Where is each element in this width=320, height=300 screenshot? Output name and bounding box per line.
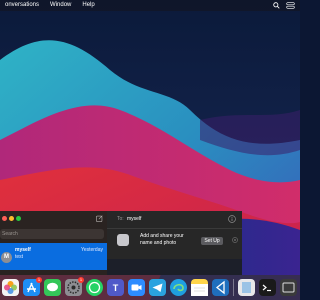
dock-separator (233, 279, 234, 296)
teams-icon[interactable]: T (107, 279, 124, 296)
contact-card-icon (117, 234, 129, 246)
vscode-icon[interactable] (212, 279, 229, 296)
menu-item-conversations[interactable]: onversations (5, 0, 39, 11)
info-icon[interactable] (228, 215, 236, 223)
chat-header: To: myself (107, 211, 242, 229)
recipient-field[interactable]: myself (127, 216, 141, 222)
dismiss-icon[interactable] (232, 237, 238, 243)
window-controls (2, 216, 23, 221)
search-icon[interactable] (273, 2, 280, 9)
messages-window: Search M myself Yesterday test To: mysel… (0, 211, 242, 275)
menu-item-window[interactable]: Window (50, 0, 71, 11)
conversation-preview: test (15, 254, 24, 260)
search-input[interactable]: Search (0, 229, 104, 239)
chat-pane: To: myself Add and share your name and p… (107, 211, 242, 275)
zoom-icon[interactable] (128, 279, 145, 296)
messages-icon[interactable] (44, 279, 61, 296)
close-button[interactable] (2, 216, 7, 221)
photos-icon[interactable] (2, 279, 19, 296)
app-store-icon[interactable]: 1 (23, 277, 42, 296)
to-label: To: (117, 216, 124, 222)
conversation-time: Yesterday (80, 247, 103, 253)
avatar: M (1, 252, 12, 263)
menu-bar: onversations Window Help (0, 0, 300, 11)
share-name-banner: Add and share your name and photo Set Up (115, 232, 240, 250)
edge-icon[interactable] (170, 279, 187, 296)
settings-badge: 1 (78, 277, 84, 283)
conversation-sidebar: Search M myself Yesterday test (0, 211, 107, 275)
dock: 1 1 T (0, 275, 300, 300)
telegram-icon[interactable] (149, 279, 166, 296)
compose-icon[interactable] (96, 215, 103, 222)
set-up-button[interactable]: Set Up (201, 237, 223, 245)
banner-text-line1: Add and share your (140, 233, 184, 239)
conversation-name: myself (15, 247, 31, 253)
app-icon[interactable] (280, 279, 297, 296)
message-area (107, 259, 242, 275)
menu-item-help[interactable]: Help (82, 0, 94, 11)
app-store-badge: 1 (36, 277, 42, 283)
terminal-icon[interactable] (259, 279, 276, 296)
banner-text-line2: name and photo (140, 240, 177, 246)
settings-icon[interactable]: 1 (65, 277, 84, 296)
minimize-button[interactable] (9, 216, 14, 221)
notes-icon[interactable] (191, 279, 208, 296)
whatsapp-icon[interactable] (86, 279, 103, 296)
conversation-item[interactable]: M myself Yesterday test (0, 243, 107, 270)
control-center-icon[interactable] (286, 2, 295, 9)
svg-text:T: T (113, 283, 119, 293)
preview-icon[interactable] (238, 279, 255, 296)
zoom-button[interactable] (16, 216, 21, 221)
